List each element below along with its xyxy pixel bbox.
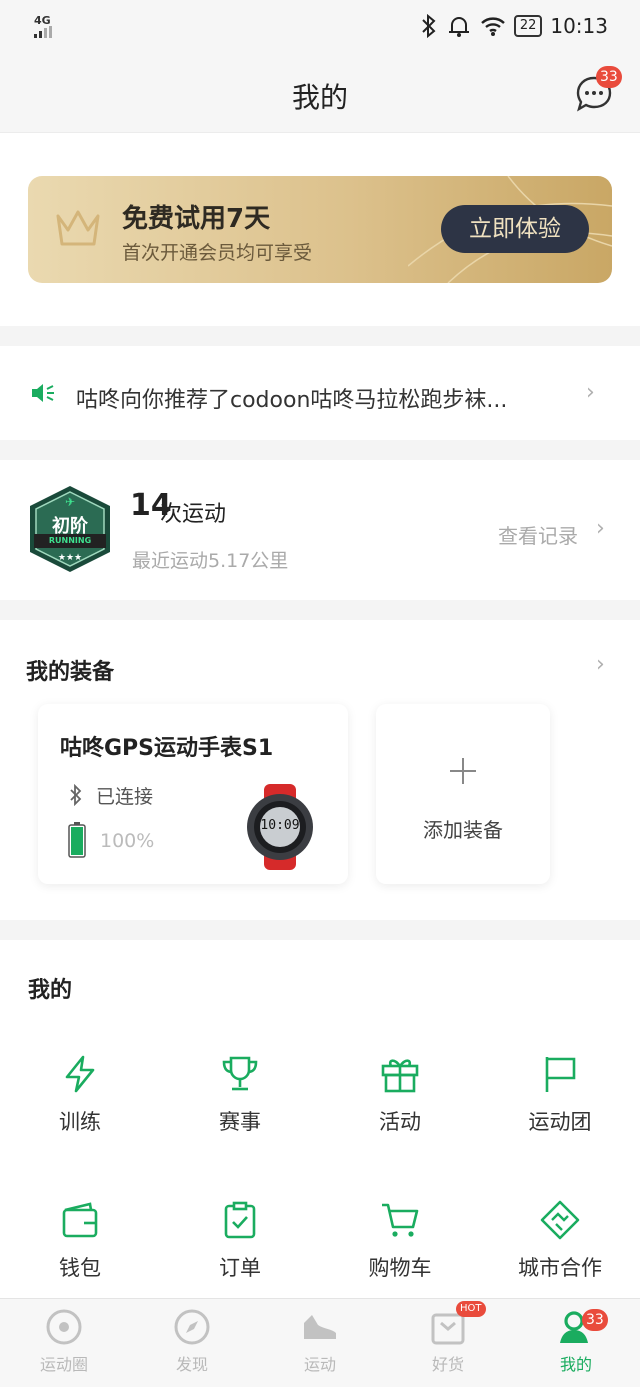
- chevron-right-icon[interactable]: ›: [596, 652, 605, 677]
- grid-item-orders[interactable]: 订单: [160, 1200, 320, 1282]
- status-bar: 4G 22 10:13: [0, 0, 640, 54]
- grid-item-activities[interactable]: 活动: [320, 1054, 480, 1136]
- hot-badge: HOT: [456, 1301, 486, 1317]
- clipboard-check-icon: [224, 1201, 256, 1239]
- notice-text: 咕咚向你推荐了codoon咕咚马拉松跑步袜...: [76, 388, 508, 413]
- grid-item-label: 订单: [219, 1256, 261, 1280]
- add-equipment-card[interactable]: 添加装备: [376, 704, 550, 884]
- battery-full-icon: [68, 822, 86, 858]
- tab-label: 运动圈: [39, 1355, 88, 1374]
- equipment-title: 我的装备: [26, 660, 115, 685]
- device-battery: 100%: [100, 830, 155, 852]
- grid-item-groups[interactable]: 运动团: [480, 1054, 640, 1136]
- try-now-button[interactable]: 立即体验: [441, 205, 589, 253]
- device-card[interactable]: 咕咚GPS运动手表S1 已连接 100% 10:09: [38, 704, 348, 884]
- exercise-count-unit: 次运动: [160, 502, 227, 527]
- tab-mine-badge: 33: [582, 1309, 608, 1331]
- vip-title: 免费试用7天: [122, 204, 271, 234]
- chevron-right-icon: ›: [586, 380, 595, 405]
- level-badge: ✈ ★★★ 初阶 RUNNING: [28, 484, 112, 574]
- tab-label: 我的: [559, 1355, 592, 1374]
- tab-discover[interactable]: 发现: [128, 1307, 256, 1375]
- grid-item-cart[interactable]: 购物车: [320, 1200, 480, 1282]
- flag-icon: [545, 1057, 576, 1092]
- bluetooth-icon: [70, 784, 82, 806]
- gift-icon: [381, 1059, 419, 1093]
- vip-trial-banner[interactable]: 免费试用7天 首次开通会员均可享受 立即体验: [28, 176, 612, 283]
- lightning-icon: [65, 1055, 95, 1093]
- cart-icon: [382, 1203, 419, 1237]
- grid-item-label: 钱包: [59, 1256, 101, 1280]
- grid-item-events[interactable]: 赛事: [160, 1054, 320, 1136]
- level-name: 初阶: [52, 516, 88, 537]
- status-right: 22 10:13: [420, 14, 608, 38]
- tab-goods[interactable]: HOT 好货: [384, 1301, 512, 1375]
- device-connection: 已连接: [96, 786, 154, 808]
- recent-distance: 最近运动5.17公里: [132, 550, 289, 572]
- target-circle-icon: [46, 1309, 82, 1345]
- signal-icon: [34, 26, 52, 38]
- view-record-link[interactable]: 查看记录: [498, 520, 578, 549]
- svg-text:★★★: ★★★: [58, 553, 82, 563]
- mine-section: 我的 训练 赛事 活动 运动团 钱包 订单 购物车 城市合作: [0, 940, 640, 1298]
- bottom-tab-bar: 运动圈 发现 运动 HOT 好货 33 我的: [0, 1298, 640, 1387]
- tab-label: 发现: [175, 1355, 208, 1374]
- exercise-stats[interactable]: ✈ ★★★ 初阶 RUNNING 14 次运动 最近运动5.17公里 查看记录 …: [0, 460, 640, 600]
- svg-text:✈: ✈: [65, 495, 75, 509]
- trophy-icon: [222, 1056, 258, 1091]
- clock: 10:13: [550, 14, 608, 38]
- device-name: 咕咚GPS运动手表S1: [60, 736, 274, 761]
- handshake-icon: [540, 1200, 580, 1240]
- compass-icon: [174, 1309, 210, 1345]
- plus-icon: [450, 758, 476, 784]
- tab-sport-circle[interactable]: 运动圈: [0, 1307, 128, 1375]
- grid-item-city-partner[interactable]: 城市合作: [480, 1200, 640, 1282]
- grid-item-label: 购物车: [368, 1256, 432, 1280]
- grid-item-wallet[interactable]: 钱包: [0, 1200, 160, 1282]
- tab-label: 好货: [431, 1355, 464, 1374]
- level-sub: RUNNING: [48, 536, 92, 545]
- message-badge: 33: [596, 66, 622, 88]
- speaker-icon: [32, 384, 54, 402]
- watch-time: 10:09: [260, 818, 300, 833]
- page-title: 我的: [291, 81, 348, 114]
- add-equipment-label: 添加装备: [423, 818, 503, 842]
- wifi-icon: [480, 17, 505, 36]
- page-header: 我的 33: [0, 54, 640, 133]
- bluetooth-icon: [422, 14, 436, 38]
- mine-title: 我的: [28, 978, 73, 1003]
- messages-button[interactable]: 33: [574, 66, 622, 114]
- tab-mine[interactable]: 33 我的: [512, 1307, 640, 1375]
- grid-item-training[interactable]: 训练: [0, 1054, 160, 1136]
- chevron-right-icon: ›: [596, 516, 605, 541]
- grid-item-label: 城市合作: [518, 1256, 602, 1280]
- vip-subtitle: 首次开通会员均可享受: [122, 242, 313, 264]
- crown-icon: [56, 210, 100, 246]
- grid-item-label: 运动团: [528, 1110, 592, 1134]
- grid-item-label: 训练: [59, 1110, 101, 1134]
- alarm-icon: [448, 17, 469, 37]
- battery-indicator: 22: [513, 15, 543, 37]
- shoe-icon: [304, 1315, 336, 1339]
- notice-bar[interactable]: 咕咚向你推荐了codoon咕咚马拉松跑步袜... ›: [0, 346, 640, 440]
- tab-sport[interactable]: 运动: [256, 1307, 384, 1375]
- tab-label: 运动: [303, 1355, 336, 1374]
- wallet-icon: [62, 1202, 98, 1238]
- grid-item-label: 赛事: [219, 1110, 261, 1134]
- grid-item-label: 活动: [379, 1110, 421, 1134]
- equipment-section: 我的装备 › 咕咚GPS运动手表S1 已连接 100% 10:09 添加装备: [0, 620, 640, 920]
- watch-image: 10:09: [240, 784, 320, 870]
